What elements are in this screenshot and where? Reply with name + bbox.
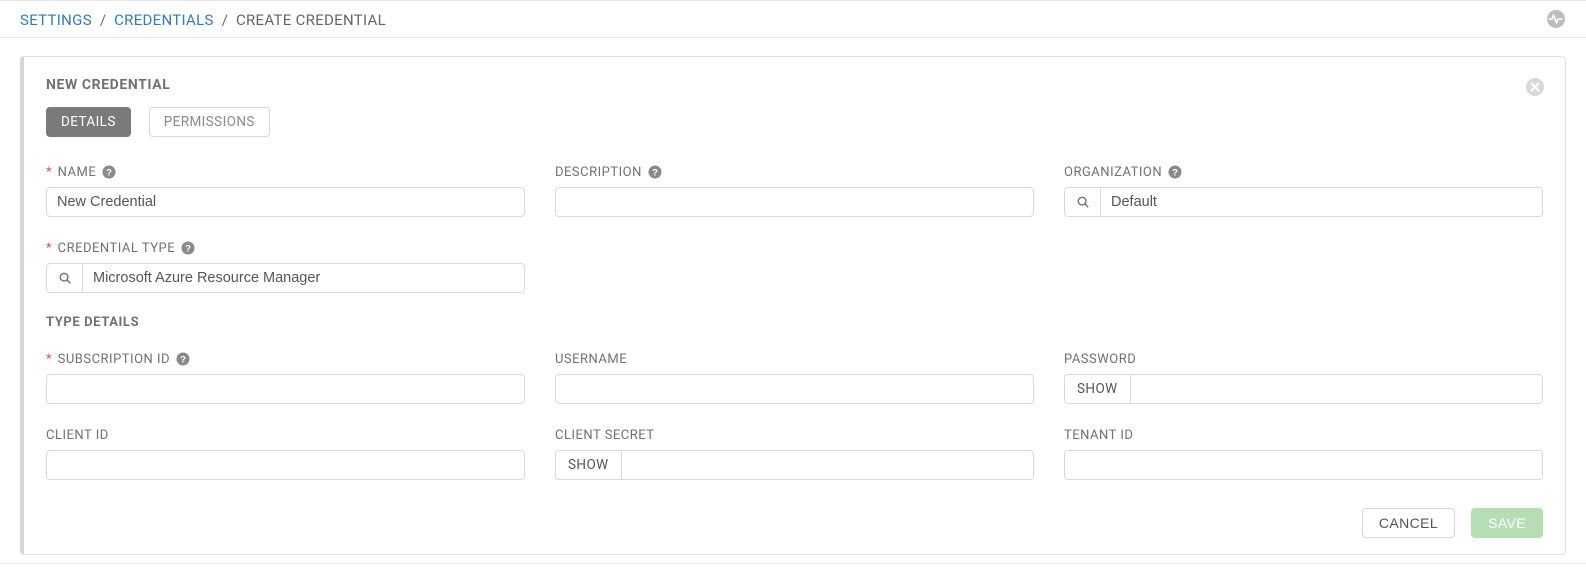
help-icon[interactable]: ? — [176, 352, 190, 366]
close-icon[interactable] — [1525, 77, 1545, 97]
field-password: PASSWORD SHOW — [1064, 350, 1543, 404]
field-subscription-id: * SUBSCRIPTION ID ? — [46, 350, 525, 404]
organization-lookup-button[interactable] — [1065, 188, 1101, 216]
help-icon[interactable]: ? — [648, 165, 662, 179]
label-tenant-id: TENANT ID — [1064, 428, 1133, 443]
label-client-id: CLIENT ID — [46, 428, 109, 443]
field-client-id: CLIENT ID — [46, 426, 525, 480]
breadcrumb: SETTINGS / CREDENTIALS / CREATE CREDENTI… — [0, 1, 1586, 38]
organization-input[interactable] — [1101, 188, 1542, 216]
help-icon[interactable]: ? — [181, 241, 195, 255]
label-username: USERNAME — [555, 352, 627, 367]
cancel-button[interactable]: CANCEL — [1362, 508, 1455, 538]
field-client-secret: CLIENT SECRET SHOW — [555, 426, 1034, 480]
client-secret-input[interactable] — [622, 451, 1033, 479]
label-credential-type: CREDENTIAL TYPE — [58, 241, 176, 256]
breadcrumb-separator: / — [100, 11, 106, 29]
label-description: DESCRIPTION — [555, 165, 642, 180]
svg-text:?: ? — [180, 355, 186, 366]
breadcrumb-separator: / — [222, 11, 228, 29]
subscription-id-input[interactable] — [47, 375, 524, 403]
password-input[interactable] — [1131, 375, 1542, 403]
field-credential-type: * CREDENTIAL TYPE ? — [46, 239, 525, 293]
required-marker: * — [46, 352, 52, 367]
credential-type-input[interactable] — [83, 264, 524, 292]
field-tenant-id: TENANT ID — [1064, 426, 1543, 480]
save-button[interactable]: SAVE — [1471, 508, 1543, 538]
breadcrumb-link-credentials[interactable]: CREDENTIALS — [114, 11, 214, 29]
label-password: PASSWORD — [1064, 352, 1136, 367]
field-organization: ORGANIZATION ? — [1064, 163, 1543, 217]
label-organization: ORGANIZATION — [1064, 165, 1162, 180]
panel-title: NEW CREDENTIAL — [46, 77, 170, 93]
field-name: * NAME ? — [46, 163, 525, 217]
tab-details[interactable]: DETAILS — [46, 107, 131, 137]
username-input[interactable] — [556, 375, 1033, 403]
activity-icon[interactable] — [1546, 9, 1566, 29]
label-subscription-id: SUBSCRIPTION ID — [58, 352, 170, 367]
required-marker: * — [46, 165, 52, 180]
label-client-secret: CLIENT SECRET — [555, 428, 655, 443]
required-marker: * — [46, 241, 52, 256]
description-input[interactable] — [556, 188, 1033, 216]
help-icon[interactable]: ? — [1168, 165, 1182, 179]
svg-text:?: ? — [185, 244, 191, 255]
password-show-button[interactable]: SHOW — [1065, 375, 1131, 403]
svg-text:?: ? — [106, 168, 112, 179]
label-name: NAME — [58, 165, 97, 180]
field-username: USERNAME — [555, 350, 1034, 404]
field-description: DESCRIPTION ? — [555, 163, 1034, 217]
client-id-input[interactable] — [47, 451, 524, 479]
tab-permissions[interactable]: PERMISSIONS — [149, 107, 270, 137]
tenant-id-input[interactable] — [1065, 451, 1542, 479]
panel-new-credential: NEW CREDENTIAL DETAILS PERMISSIONS * NAM… — [20, 56, 1566, 555]
type-details-header: TYPE DETAILS — [46, 315, 1543, 330]
name-input[interactable] — [47, 188, 524, 216]
svg-text:?: ? — [652, 168, 658, 179]
client-secret-show-button[interactable]: SHOW — [556, 451, 622, 479]
credential-type-lookup-button[interactable] — [47, 264, 83, 292]
svg-text:?: ? — [1172, 168, 1178, 179]
help-icon[interactable]: ? — [102, 165, 116, 179]
breadcrumb-link-settings[interactable]: SETTINGS — [20, 11, 92, 29]
breadcrumb-current: CREATE CREDENTIAL — [236, 11, 386, 29]
